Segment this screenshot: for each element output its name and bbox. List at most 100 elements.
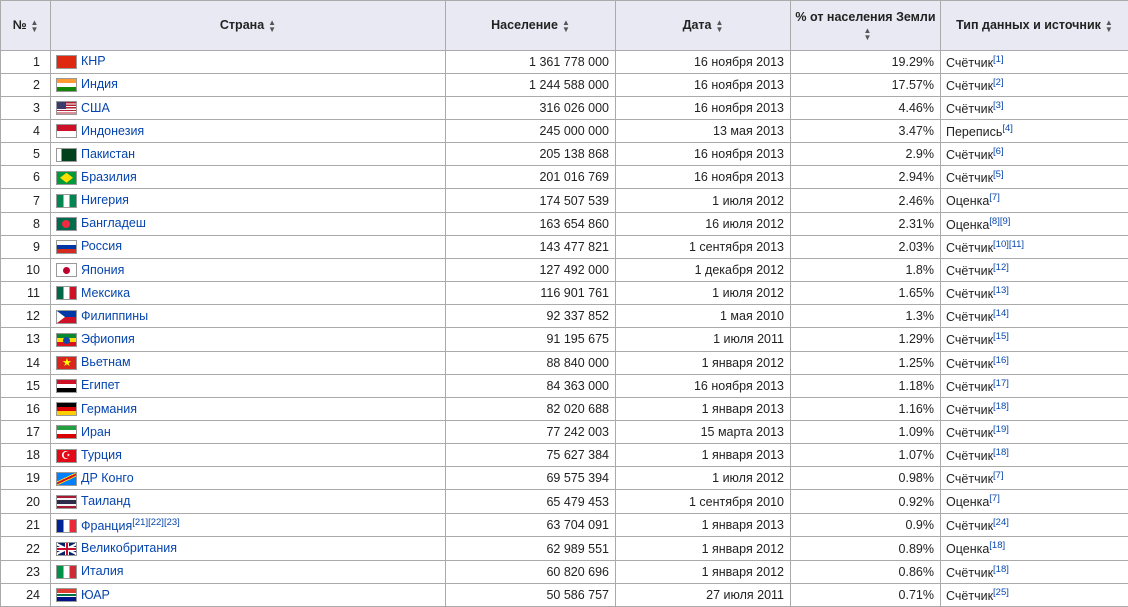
country-link[interactable]: Вьетнам bbox=[81, 355, 131, 369]
sort-icon[interactable]: ▲▼ bbox=[31, 19, 39, 33]
country-link[interactable]: Россия bbox=[81, 239, 122, 253]
header-population[interactable]: Население▲▼ bbox=[446, 1, 616, 51]
citation-link[interactable]: [24] bbox=[993, 517, 1009, 528]
cell-population: 75 627 384 bbox=[446, 444, 616, 467]
flag-icon bbox=[56, 449, 77, 463]
country-link[interactable]: Бангладеш bbox=[81, 216, 146, 230]
country-link[interactable]: Италия bbox=[81, 564, 124, 578]
cell-percent: 4.46% bbox=[791, 96, 941, 119]
citation-link[interactable]: [16] bbox=[993, 355, 1009, 366]
country-link[interactable]: Египет bbox=[81, 378, 120, 392]
cell-population: 1 361 778 000 bbox=[446, 50, 616, 73]
country-link[interactable]: Германия bbox=[81, 402, 137, 416]
country-link[interactable]: Франция bbox=[81, 519, 132, 533]
table-row: 18Турция75 627 3841 января 20131.07%Счёт… bbox=[1, 444, 1128, 467]
header-country[interactable]: Страна▲▼ bbox=[51, 1, 446, 51]
citation-link[interactable]: [15] bbox=[993, 331, 1009, 342]
country-link[interactable]: Бразилия bbox=[81, 170, 137, 184]
cell-population: 205 138 868 bbox=[446, 143, 616, 166]
country-link[interactable]: КНР bbox=[81, 54, 106, 68]
cell-type: Счётчик[10][11] bbox=[941, 235, 1128, 258]
citation-link[interactable]: [3] bbox=[993, 100, 1004, 111]
country-link[interactable]: Мексика bbox=[81, 286, 130, 300]
citation-link[interactable]: [18] bbox=[993, 564, 1009, 575]
flag-icon bbox=[56, 101, 77, 115]
citation-link[interactable]: [19] bbox=[993, 424, 1009, 435]
citation-link[interactable]: [17] bbox=[993, 378, 1009, 389]
citation-link[interactable]: [7] bbox=[989, 192, 1000, 203]
citation-link[interactable]: [11] bbox=[1009, 239, 1024, 250]
citation-link[interactable]: [18] bbox=[989, 540, 1005, 551]
header-percent[interactable]: % от населения Земли▲▼ bbox=[791, 1, 941, 51]
cell-date: 1 сентября 2010 bbox=[616, 490, 791, 513]
country-link[interactable]: Иран bbox=[81, 425, 111, 439]
cell-population: 163 654 860 bbox=[446, 212, 616, 235]
header-type[interactable]: Тип данных и источник▲▼ bbox=[941, 1, 1128, 51]
citation-link[interactable]: [21] bbox=[132, 517, 148, 528]
sort-icon[interactable]: ▲▼ bbox=[1105, 19, 1113, 33]
citation-link[interactable]: [22] bbox=[148, 517, 164, 528]
country-link[interactable]: Нигерия bbox=[81, 193, 129, 207]
cell-type: Оценка[18] bbox=[941, 537, 1128, 560]
flag-icon bbox=[56, 356, 77, 370]
citation-link[interactable]: [13] bbox=[993, 285, 1009, 296]
country-link[interactable]: Индонезия bbox=[81, 124, 144, 138]
cell-percent: 3.47% bbox=[791, 119, 941, 142]
country-link[interactable]: Турция bbox=[81, 448, 122, 462]
table-row: 8Бангладеш163 654 86016 июля 20122.31%Оц… bbox=[1, 212, 1128, 235]
cell-date: 1 декабря 2012 bbox=[616, 258, 791, 281]
country-link[interactable]: ДР Конго bbox=[81, 471, 134, 485]
citation-link[interactable]: [23] bbox=[164, 517, 180, 528]
cell-rank: 14 bbox=[1, 351, 51, 374]
citation-link[interactable]: [7] bbox=[989, 493, 1000, 504]
citation-link[interactable]: [12] bbox=[993, 262, 1009, 273]
sort-icon[interactable]: ▲▼ bbox=[716, 19, 724, 33]
cell-percent: 19.29% bbox=[791, 50, 941, 73]
citation-link[interactable]: [18] bbox=[993, 401, 1009, 412]
citation-link[interactable]: [25] bbox=[993, 587, 1009, 598]
table-row: 14Вьетнам88 840 0001 января 20121.25%Счё… bbox=[1, 351, 1128, 374]
country-link[interactable]: Таиланд bbox=[81, 494, 130, 508]
cell-date: 1 мая 2010 bbox=[616, 305, 791, 328]
country-link[interactable]: Япония bbox=[81, 263, 124, 277]
sort-icon[interactable]: ▲▼ bbox=[864, 27, 872, 41]
cell-percent: 2.46% bbox=[791, 189, 941, 212]
country-link[interactable]: США bbox=[81, 101, 110, 115]
citation-link[interactable]: [5] bbox=[993, 169, 1004, 180]
citation-link[interactable]: [1] bbox=[993, 54, 1004, 65]
citation-link[interactable]: [8] bbox=[989, 216, 1000, 227]
sort-icon[interactable]: ▲▼ bbox=[268, 19, 276, 33]
cell-percent: 2.9% bbox=[791, 143, 941, 166]
citation-link[interactable]: [4] bbox=[1002, 123, 1013, 134]
header-num[interactable]: №▲▼ bbox=[1, 1, 51, 51]
citation-link[interactable]: [2] bbox=[993, 77, 1004, 88]
cell-country: Иран bbox=[51, 421, 446, 444]
citation-link[interactable]: [6] bbox=[993, 146, 1004, 157]
header-date[interactable]: Дата▲▼ bbox=[616, 1, 791, 51]
citation-link[interactable]: [10] bbox=[993, 239, 1009, 250]
cell-country: Нигерия bbox=[51, 189, 446, 212]
cell-date: 1 июля 2012 bbox=[616, 282, 791, 305]
citation-link[interactable]: [18] bbox=[993, 447, 1009, 458]
cell-type: Счётчик[3] bbox=[941, 96, 1128, 119]
cell-country: Великобритания bbox=[51, 537, 446, 560]
country-link[interactable]: Великобритания bbox=[81, 541, 177, 555]
cell-type: Счётчик[18] bbox=[941, 397, 1128, 420]
country-link[interactable]: Филиппины bbox=[81, 309, 148, 323]
flag-icon bbox=[56, 565, 77, 579]
table-row: 9Россия143 477 8211 сентября 20132.03%Сч… bbox=[1, 235, 1128, 258]
cell-country: Россия bbox=[51, 235, 446, 258]
cell-rank: 15 bbox=[1, 374, 51, 397]
country-link[interactable]: ЮАР bbox=[81, 588, 110, 602]
cell-population: 91 195 675 bbox=[446, 328, 616, 351]
citation-link[interactable]: [14] bbox=[993, 308, 1009, 319]
country-link[interactable]: Индия bbox=[81, 77, 118, 91]
citation-link[interactable]: [9] bbox=[1000, 216, 1011, 227]
country-link[interactable]: Эфиопия bbox=[81, 332, 135, 346]
table-row: 17Иран77 242 00315 марта 20131.09%Счётчи… bbox=[1, 421, 1128, 444]
country-link[interactable]: Пакистан bbox=[81, 147, 135, 161]
cell-population: 174 507 539 bbox=[446, 189, 616, 212]
sort-icon[interactable]: ▲▼ bbox=[562, 19, 570, 33]
cell-rank: 6 bbox=[1, 166, 51, 189]
citation-link[interactable]: [7] bbox=[993, 470, 1004, 481]
